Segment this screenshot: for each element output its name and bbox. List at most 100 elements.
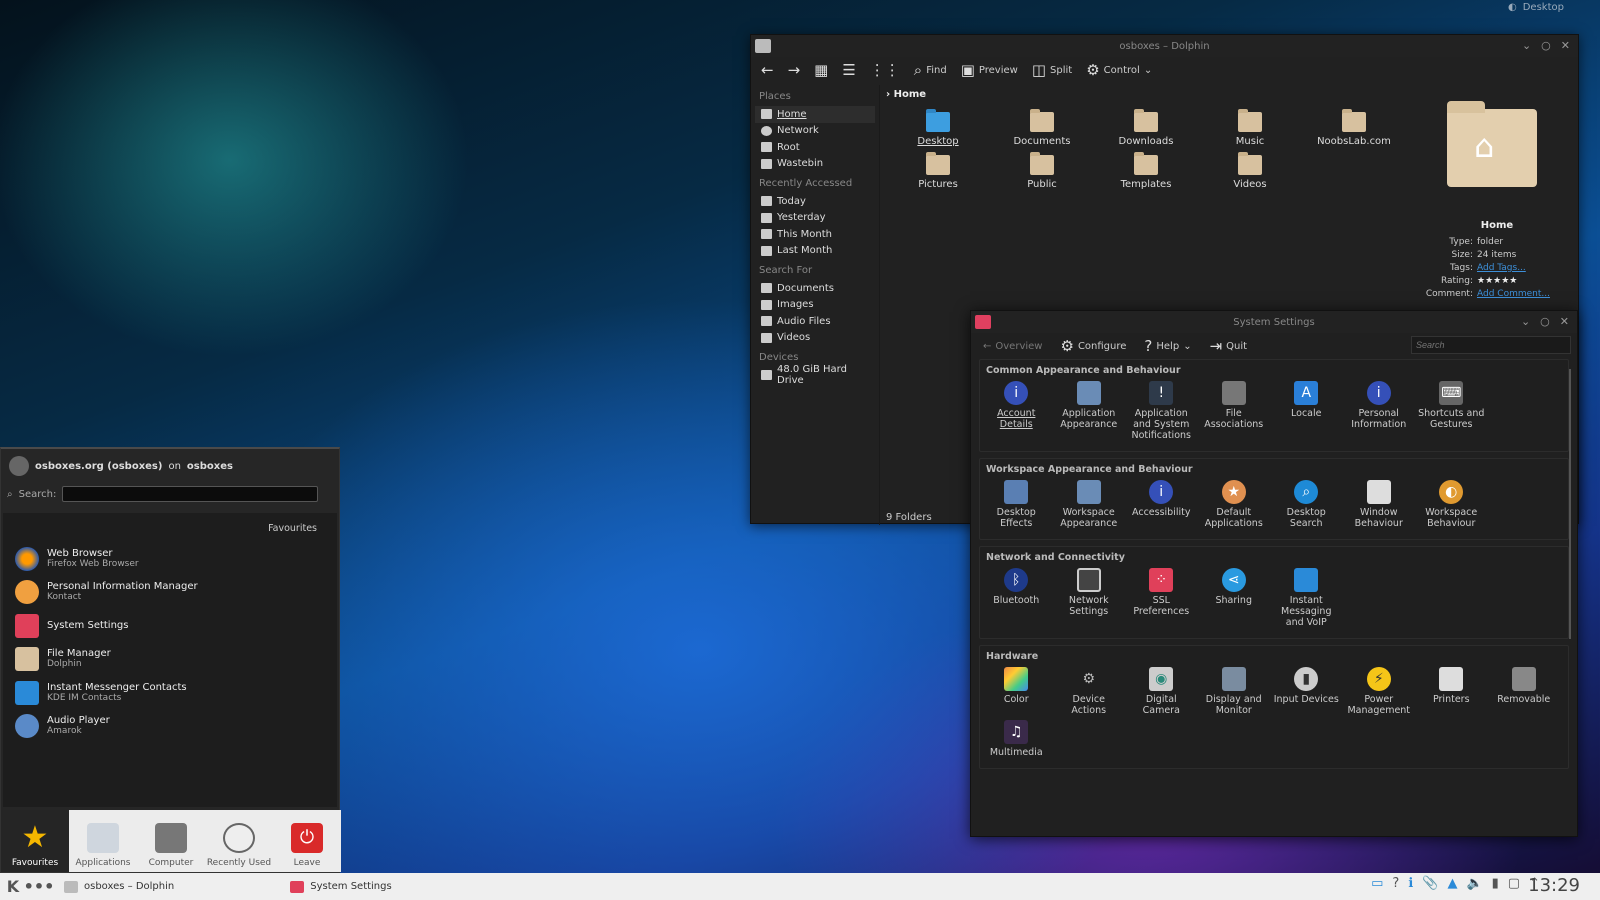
tab-applications[interactable]: Applications: [69, 810, 137, 872]
module-notifications[interactable]: ! Application and System Notifications: [1125, 381, 1198, 445]
module-printers[interactable]: Printers: [1415, 667, 1488, 720]
info-icon[interactable]: ℹ: [1408, 876, 1413, 891]
clock[interactable]: 13:29: [1528, 875, 1580, 896]
module-network-settings[interactable]: Network Settings: [1053, 568, 1126, 632]
folder-item[interactable]: Videos: [1198, 152, 1302, 190]
dolphin-titlebar[interactable]: osboxes – Dolphin ⌄ ○ ✕: [751, 35, 1578, 57]
folder-item[interactable]: Desktop: [886, 109, 990, 147]
forward-button[interactable]: →: [784, 59, 805, 81]
details-view-button[interactable]: ⋮⋮: [866, 59, 904, 81]
module-window-behaviour[interactable]: Window Behaviour: [1343, 480, 1416, 533]
tab-recently-used[interactable]: Recently Used: [205, 810, 273, 872]
task-system-settings[interactable]: System Settings: [282, 875, 399, 899]
overview-button[interactable]: ← Overview: [979, 339, 1046, 354]
help-icon[interactable]: ?: [1392, 876, 1399, 891]
add-tags-link[interactable]: Add Tags...: [1477, 263, 1526, 273]
launcher-search-input[interactable]: [62, 486, 319, 502]
tab-favourites[interactable]: ★ Favourites: [1, 810, 69, 872]
tab-computer[interactable]: Computer: [137, 810, 205, 872]
module-digital-camera[interactable]: ◉ Digital Camera: [1125, 667, 1198, 720]
more-dots-icon[interactable]: •••: [24, 873, 55, 900]
place-today[interactable]: Today: [755, 193, 875, 210]
module-sharing[interactable]: ⋖ Sharing: [1198, 568, 1271, 632]
module-ssl-preferences[interactable]: ⁘ SSL Preferences: [1125, 568, 1198, 632]
minimize-icon[interactable]: ⌄: [1522, 39, 1531, 52]
battery-icon[interactable]: ▮: [1492, 876, 1499, 891]
search-videos[interactable]: Videos: [755, 330, 875, 347]
module-device-actions[interactable]: ⚙ Device Actions: [1053, 667, 1126, 720]
back-button[interactable]: ←: [757, 59, 778, 81]
close-icon[interactable]: ✕: [1561, 39, 1570, 52]
module-color[interactable]: Color: [980, 667, 1053, 720]
volume-icon[interactable]: 🔈: [1466, 876, 1482, 891]
module-multimedia[interactable]: ♫ Multimedia: [980, 720, 1053, 762]
display-icon[interactable]: ▭: [1371, 876, 1383, 891]
place-last-month[interactable]: Last Month: [755, 243, 875, 260]
icons-view-button[interactable]: ▦: [810, 59, 832, 81]
module-file-associations[interactable]: File Associations: [1198, 381, 1271, 445]
module-default-applications[interactable]: ★ Default Applications: [1198, 480, 1271, 533]
folder-item[interactable]: Music: [1198, 109, 1302, 147]
module-locale[interactable]: A Locale: [1270, 381, 1343, 445]
control-button[interactable]: ⚙ Control ⌄: [1082, 59, 1156, 81]
tab-leave[interactable]: ⏻ Leave: [273, 810, 341, 872]
breadcrumb[interactable]: › Home: [880, 85, 1411, 104]
kde-menu-icon[interactable]: K: [0, 873, 26, 900]
app-web-browser[interactable]: Web Browser Firefox Web Browser: [3, 542, 337, 576]
maximize-icon[interactable]: ○: [1540, 315, 1550, 328]
module-desktop-search[interactable]: ⌕ Desktop Search: [1270, 480, 1343, 533]
help-button[interactable]: ? Help ⌄: [1140, 335, 1195, 357]
module-input-devices[interactable]: ▮ Input Devices: [1270, 667, 1343, 720]
add-comment-link[interactable]: Add Comment...: [1477, 289, 1550, 299]
module-instant-messaging[interactable]: Instant Messaging and VoIP: [1270, 568, 1343, 632]
find-button[interactable]: ⌕ Find: [910, 59, 951, 81]
maximize-icon[interactable]: ○: [1541, 39, 1551, 52]
module-application-appearance[interactable]: Application Appearance: [1053, 381, 1126, 445]
search-documents[interactable]: Documents: [755, 280, 875, 297]
folder-item[interactable]: Pictures: [886, 152, 990, 190]
split-button[interactable]: ◫ Split: [1028, 59, 1076, 81]
folder-item[interactable]: Templates: [1094, 152, 1198, 190]
place-this-month[interactable]: This Month: [755, 226, 875, 243]
module-personal-information[interactable]: i Personal Information: [1343, 381, 1416, 445]
module-removable[interactable]: Removable: [1488, 667, 1561, 720]
place-network[interactable]: Network: [755, 123, 875, 140]
preview-button[interactable]: ▣ Preview: [957, 59, 1022, 81]
device-hard-drive[interactable]: 48.0 GiB Hard Drive: [755, 364, 875, 386]
folder-item[interactable]: Documents: [990, 109, 1094, 147]
app-im-contacts[interactable]: Instant Messenger Contacts KDE IM Contact…: [3, 676, 337, 710]
close-icon[interactable]: ✕: [1560, 315, 1569, 328]
place-yesterday[interactable]: Yesterday: [755, 210, 875, 227]
compact-view-button[interactable]: ☰: [838, 59, 859, 81]
module-accessibility[interactable]: i Accessibility: [1125, 480, 1198, 533]
scrollbar-thumb[interactable]: [1569, 369, 1571, 639]
module-shortcuts[interactable]: ⌨ Shortcuts and Gestures: [1415, 381, 1488, 445]
settings-scrollbar[interactable]: [1567, 363, 1573, 823]
updates-icon[interactable]: ▲: [1447, 876, 1457, 891]
search-images[interactable]: Images: [755, 297, 875, 314]
module-power-management[interactable]: ⚡ Power Management: [1343, 667, 1416, 720]
app-system-settings[interactable]: System Settings: [3, 609, 337, 643]
rating-stars[interactable]: ★★★★★: [1477, 276, 1517, 286]
app-pim[interactable]: Personal Information Manager Kontact: [3, 576, 337, 610]
module-desktop-effects[interactable]: Desktop Effects: [980, 480, 1053, 533]
search-audio[interactable]: Audio Files: [755, 313, 875, 330]
module-account-details[interactable]: i Account Details: [980, 381, 1053, 445]
configure-button[interactable]: ⚙ Configure: [1056, 335, 1130, 357]
task-dolphin[interactable]: osboxes – Dolphin: [56, 875, 182, 899]
module-display-monitor[interactable]: Display and Monitor: [1198, 667, 1271, 720]
app-file-manager[interactable]: File Manager Dolphin: [3, 643, 337, 677]
folder-item[interactable]: Public: [990, 152, 1094, 190]
module-workspace-behaviour[interactable]: ◐ Workspace Behaviour: [1415, 480, 1488, 533]
quit-button[interactable]: ⇥ Quit: [1206, 335, 1252, 357]
module-bluetooth[interactable]: ᛒ Bluetooth: [980, 568, 1053, 632]
folder-item[interactable]: Downloads: [1094, 109, 1198, 147]
folder-item[interactable]: NoobsLab.com: [1302, 109, 1406, 147]
screen-icon[interactable]: ▢: [1508, 876, 1520, 891]
clipboard-icon[interactable]: 📎: [1422, 876, 1438, 891]
module-workspace-appearance[interactable]: Workspace Appearance: [1053, 480, 1126, 533]
place-root[interactable]: Root: [755, 139, 875, 156]
desktop-toolbox-button[interactable]: ◐ Desktop: [1508, 2, 1564, 13]
place-wastebin[interactable]: Wastebin: [755, 156, 875, 173]
app-audio-player[interactable]: Audio Player Amarok: [3, 710, 337, 744]
